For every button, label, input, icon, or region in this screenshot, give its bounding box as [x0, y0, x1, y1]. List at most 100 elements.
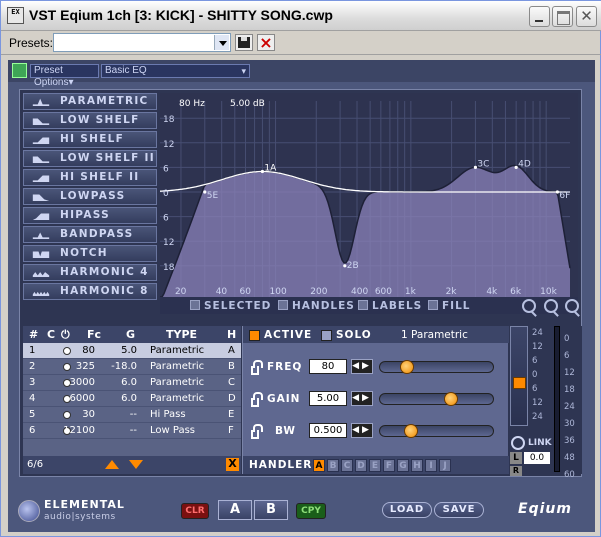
- filter-type-hipass[interactable]: HIPASS: [23, 207, 157, 224]
- power-toggle[interactable]: [63, 411, 71, 419]
- clear-button[interactable]: CLR: [181, 503, 209, 519]
- power-toggle[interactable]: [63, 363, 71, 371]
- handles-checkbox[interactable]: HANDLES: [278, 300, 355, 312]
- band-node[interactable]: [514, 165, 518, 169]
- zoom-in-icon[interactable]: [565, 299, 579, 313]
- selected-checkbox[interactable]: SELECTED: [190, 300, 271, 312]
- maximize-button[interactable]: [552, 6, 573, 27]
- band-node-label[interactable]: 2B: [347, 261, 359, 271]
- gain-stepper[interactable]: ◀▶: [351, 391, 373, 406]
- application-window: EX VST Eqium 1ch [3: KICK] - SHITTY SONG…: [0, 0, 601, 537]
- preset-dropdown[interactable]: [53, 33, 231, 52]
- meter-tick: 12: [564, 368, 575, 378]
- meter-tick: 36: [564, 436, 575, 446]
- delete-preset-button[interactable]: ×: [257, 34, 275, 51]
- save-button[interactable]: SAVE: [434, 502, 484, 518]
- move-down-icon[interactable]: [129, 460, 143, 469]
- master-fader[interactable]: [510, 326, 528, 426]
- plugin-icon[interactable]: [12, 63, 27, 78]
- table-row[interactable]: 1 80 5.0 Parametric A: [23, 343, 241, 359]
- fill-checkbox[interactable]: FILL: [428, 300, 470, 312]
- filter-type-harmonic-8[interactable]: HARMONIC 8: [23, 283, 157, 300]
- gain-value[interactable]: 5.00: [309, 391, 347, 406]
- left-channel-label: L: [510, 452, 522, 464]
- band-node-label[interactable]: 4D: [518, 159, 531, 169]
- preset-options-menu[interactable]: Preset Options▾: [30, 64, 99, 88]
- band-node-label[interactable]: 6F: [559, 191, 570, 201]
- remove-band-button[interactable]: X: [226, 458, 239, 471]
- eq-curve-svg[interactable]: 1812606121820 40 60 100 200 400 600 1k 2k 4k 6k 10k…: [160, 93, 578, 297]
- table-row[interactable]: 3 3000 6.0 Parametric C: [23, 375, 241, 391]
- bw-stepper[interactable]: ◀▶: [351, 423, 373, 438]
- minimize-button[interactable]: [529, 6, 550, 27]
- filter-type-harmonic-4[interactable]: HARMONIC 4: [23, 264, 157, 281]
- brand-name: ELEMENTAL: [44, 498, 125, 511]
- filter-type-parametric[interactable]: PARAMETRIC: [23, 93, 157, 110]
- handler-button-i[interactable]: I: [425, 459, 437, 472]
- freq-value[interactable]: 80: [309, 359, 347, 374]
- db-tick-label: 18: [163, 115, 175, 125]
- fader-tick: 24: [532, 328, 543, 338]
- handler-button-a[interactable]: A: [313, 459, 325, 472]
- lock-gain-icon[interactable]: [251, 392, 263, 407]
- band-node[interactable]: [473, 165, 478, 169]
- band-node-label[interactable]: 3C: [477, 159, 489, 169]
- save-preset-button[interactable]: [235, 34, 253, 51]
- close-button[interactable]: ✕: [576, 6, 597, 27]
- eq-graph[interactable]: 18 12 6 0 6 12 18 20 40 60 100 200 400 600 1k 2k 4k 6k 10k…: [160, 93, 578, 297]
- band-node[interactable]: [555, 190, 559, 194]
- handler-button-h[interactable]: H: [411, 459, 423, 472]
- filter-type-hi-shelf-ii[interactable]: HI SHELF II: [23, 169, 157, 186]
- freq-slider-knob[interactable]: [400, 360, 414, 374]
- gain-slider-knob[interactable]: [444, 392, 458, 406]
- lock-bw-icon[interactable]: [251, 424, 263, 439]
- labels-checkbox[interactable]: LABELS: [358, 300, 422, 312]
- active-checkbox[interactable]: [249, 330, 260, 341]
- band-node[interactable]: [343, 264, 347, 268]
- filter-type-bandpass[interactable]: BANDPASS: [23, 226, 157, 243]
- load-button[interactable]: LOAD: [382, 502, 432, 518]
- zoom-reset-icon[interactable]: [544, 299, 558, 313]
- freq-slider[interactable]: [379, 360, 494, 374]
- right-channel-label: R: [510, 466, 522, 476]
- filter-type-notch[interactable]: NOTCH: [23, 245, 157, 262]
- band-node[interactable]: [203, 190, 207, 194]
- zoom-out-icon[interactable]: [522, 299, 536, 313]
- a-button[interactable]: A: [218, 500, 252, 520]
- table-row[interactable]: 6 12100 -- Low Pass F: [23, 423, 241, 439]
- handler-button-j[interactable]: J: [439, 459, 451, 472]
- handler-button-c[interactable]: C: [341, 459, 353, 472]
- gain-slider[interactable]: [379, 392, 494, 406]
- bw-slider[interactable]: [379, 424, 494, 438]
- master-value[interactable]: 0.0: [524, 452, 550, 464]
- b-button[interactable]: B: [254, 500, 288, 520]
- filter-type-low-shelf[interactable]: LOW SHELF: [23, 112, 157, 129]
- freq-stepper[interactable]: ◀▶: [351, 359, 373, 374]
- handler-button-b[interactable]: B: [327, 459, 339, 472]
- handler-button-f[interactable]: F: [383, 459, 395, 472]
- band-node-label[interactable]: 5E: [207, 191, 219, 201]
- link-icon[interactable]: [511, 436, 525, 450]
- bw-value[interactable]: 0.500: [309, 423, 347, 438]
- handler-button-g[interactable]: G: [397, 459, 409, 472]
- title-bar[interactable]: EX VST Eqium 1ch [3: KICK] - SHITTY SONG…: [1, 1, 601, 31]
- filter-type-lowpass[interactable]: LOWPASS: [23, 188, 157, 205]
- handler-button-d[interactable]: D: [355, 459, 367, 472]
- master-fader-knob[interactable]: [513, 377, 526, 389]
- band-node[interactable]: [260, 169, 265, 174]
- filter-type-low-shelf-ii[interactable]: LOW SHELF II: [23, 150, 157, 167]
- bw-slider-knob[interactable]: [404, 424, 418, 438]
- table-row[interactable]: 4 6000 6.0 Parametric D: [23, 391, 241, 407]
- lock-freq-icon[interactable]: [251, 360, 263, 375]
- band-node-label[interactable]: 1A: [264, 164, 277, 174]
- handler-button-e[interactable]: E: [369, 459, 381, 472]
- table-row[interactable]: 5 30 -- Hi Pass E: [23, 407, 241, 423]
- chevron-down-icon[interactable]: [214, 35, 229, 50]
- move-up-icon[interactable]: [105, 460, 119, 469]
- power-toggle[interactable]: [63, 347, 71, 355]
- copy-button[interactable]: CPY: [296, 503, 326, 519]
- filter-type-hi-shelf[interactable]: HI SHELF: [23, 131, 157, 148]
- eq-mode-dropdown[interactable]: Basic EQ: [101, 64, 250, 78]
- solo-checkbox[interactable]: [321, 330, 332, 341]
- table-row[interactable]: 2 325 -18.0 Parametric B: [23, 359, 241, 375]
